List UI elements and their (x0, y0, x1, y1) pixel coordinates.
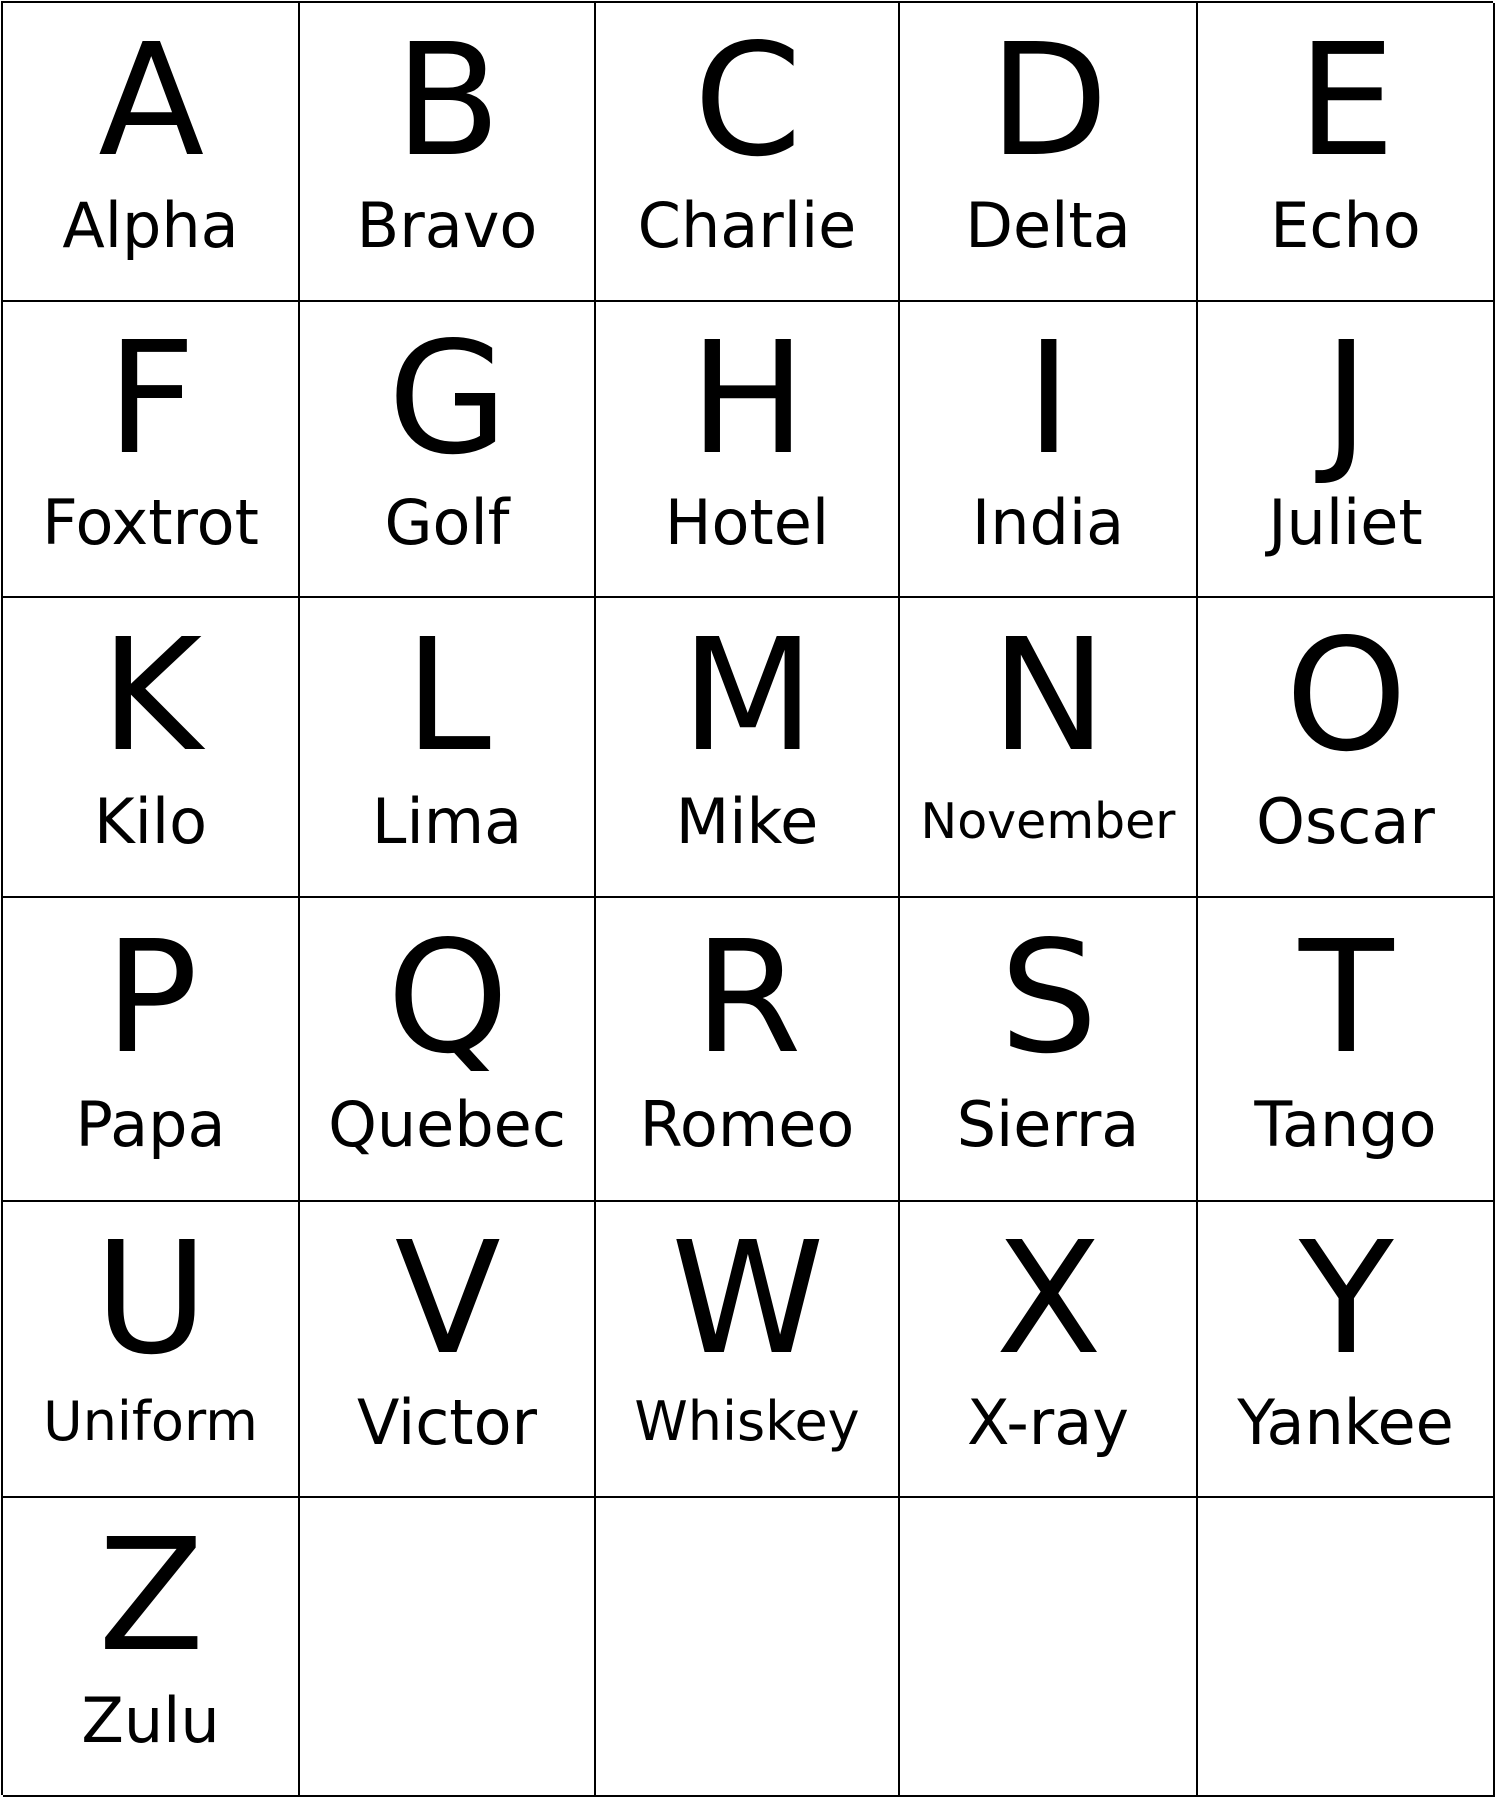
flashcard-cell: S Sierra (900, 898, 1198, 1202)
flashcard-cell: E Echo (1198, 3, 1495, 302)
flashcard-cell: R Romeo (596, 898, 900, 1202)
flashcard-cell-empty (900, 1498, 1198, 1797)
flashcard-word: Sierra (956, 1087, 1140, 1161)
flashcard-word: Echo (1270, 189, 1421, 263)
flashcard-letter: Z (98, 1505, 204, 1687)
flashcard-word: India (971, 485, 1125, 559)
flashcard-letter: B (394, 10, 501, 192)
flashcard-cell-empty (1198, 1498, 1495, 1797)
flashcard-word: Zulu (81, 1684, 220, 1758)
flashcard-letter: X (995, 1208, 1102, 1390)
flashcard-cell: U Uniform (3, 1202, 300, 1498)
flashcard-word: Hotel (664, 485, 830, 559)
flashcard-letter: S (999, 906, 1098, 1088)
flashcard-cell: N November (900, 598, 1198, 898)
flashcard-word: Kilo (93, 784, 208, 858)
flashcard-letter: I (1025, 308, 1072, 490)
flashcard-word: Delta (965, 189, 1131, 263)
flashcard-letter: T (1298, 906, 1394, 1088)
flashcard-letter: Y (1298, 1208, 1394, 1390)
flashcard-letter: L (404, 605, 491, 787)
flashcard-word: Quebec (328, 1087, 566, 1161)
flashcard-cell: Q Quebec (300, 898, 596, 1202)
flashcard-letter: M (680, 605, 815, 787)
flashcard-word: Tango (1254, 1087, 1437, 1161)
flashcard-word: Romeo (639, 1087, 855, 1161)
flashcard-letter: G (387, 308, 508, 490)
flashcard-letter: W (671, 1208, 824, 1390)
flashcard-word: Foxtrot (42, 485, 259, 559)
flashcard-cell: X X-ray (900, 1202, 1198, 1498)
nato-alphabet-grid: A Alpha B Bravo C Charlie D Delta E Echo F Foxtrot G… (1, 1, 1495, 1797)
flashcard-cell: A Alpha (3, 3, 300, 302)
flashcard-cell: I India (900, 302, 1198, 598)
flashcard-cell: W Whiskey (596, 1202, 900, 1498)
flashcard-letter: N (990, 605, 1107, 787)
flashcard-cell: T Tango (1198, 898, 1495, 1202)
flashcard-cell: D Delta (900, 3, 1198, 302)
flashcard-letter: D (989, 10, 1108, 192)
flashcard-word: November (920, 792, 1176, 850)
flashcard-word: Alpha (62, 189, 239, 263)
flashcard-letter: J (1323, 308, 1369, 490)
flashcard-cell: O Oscar (1198, 598, 1495, 898)
flashcard-letter: O (1285, 605, 1407, 787)
flashcard-letter: E (1297, 10, 1395, 192)
flashcard-cell: Z Zulu (3, 1498, 300, 1797)
flashcard-cell: L Lima (300, 598, 596, 898)
flashcard-cell: B Bravo (300, 3, 596, 302)
flashcard-word: Yankee (1237, 1385, 1454, 1459)
flashcard-word: Charlie (637, 189, 857, 263)
flashcard-cell: M Mike (596, 598, 900, 898)
flashcard-letter: H (689, 308, 806, 490)
flashcard-cell: V Victor (300, 1202, 596, 1498)
flashcard-letter: P (104, 906, 198, 1088)
flashcard-word: Oscar (1256, 784, 1435, 858)
flashcard-cell: J Juliet (1198, 302, 1495, 598)
flashcard-word: Bravo (356, 189, 538, 263)
flashcard-cell: Y Yankee (1198, 1202, 1495, 1498)
flashcard-cell: G Golf (300, 302, 596, 598)
flashcard-word: Golf (384, 485, 510, 559)
flashcard-letter: U (94, 1208, 208, 1390)
flashcard-letter: F (106, 308, 196, 490)
flashcard-word: Lima (371, 784, 523, 858)
flashcard-cell: H Hotel (596, 302, 900, 598)
flashcard-word: Juliet (1268, 485, 1423, 559)
flashcard-cell: F Foxtrot (3, 302, 300, 598)
flashcard-word: Victor (356, 1385, 538, 1459)
flashcard-letter: R (693, 906, 802, 1088)
flashcard-letter: C (693, 10, 802, 192)
flashcard-cell-empty (300, 1498, 596, 1797)
flashcard-letter: K (100, 605, 202, 787)
flashcard-letter: A (98, 10, 204, 192)
flashcard-letter: V (394, 1208, 501, 1390)
flashcard-word: Mike (675, 784, 819, 858)
flashcard-letter: Q (386, 906, 509, 1088)
flashcard-word: Uniform (43, 1390, 258, 1454)
flashcard-cell-empty (596, 1498, 900, 1797)
flashcard-word: Papa (75, 1087, 226, 1161)
flashcard-word: X-ray (967, 1385, 1129, 1459)
flashcard-word: Whiskey (634, 1390, 860, 1454)
flashcard-cell: P Papa (3, 898, 300, 1202)
flashcard-cell: K Kilo (3, 598, 300, 898)
flashcard-cell: C Charlie (596, 3, 900, 302)
